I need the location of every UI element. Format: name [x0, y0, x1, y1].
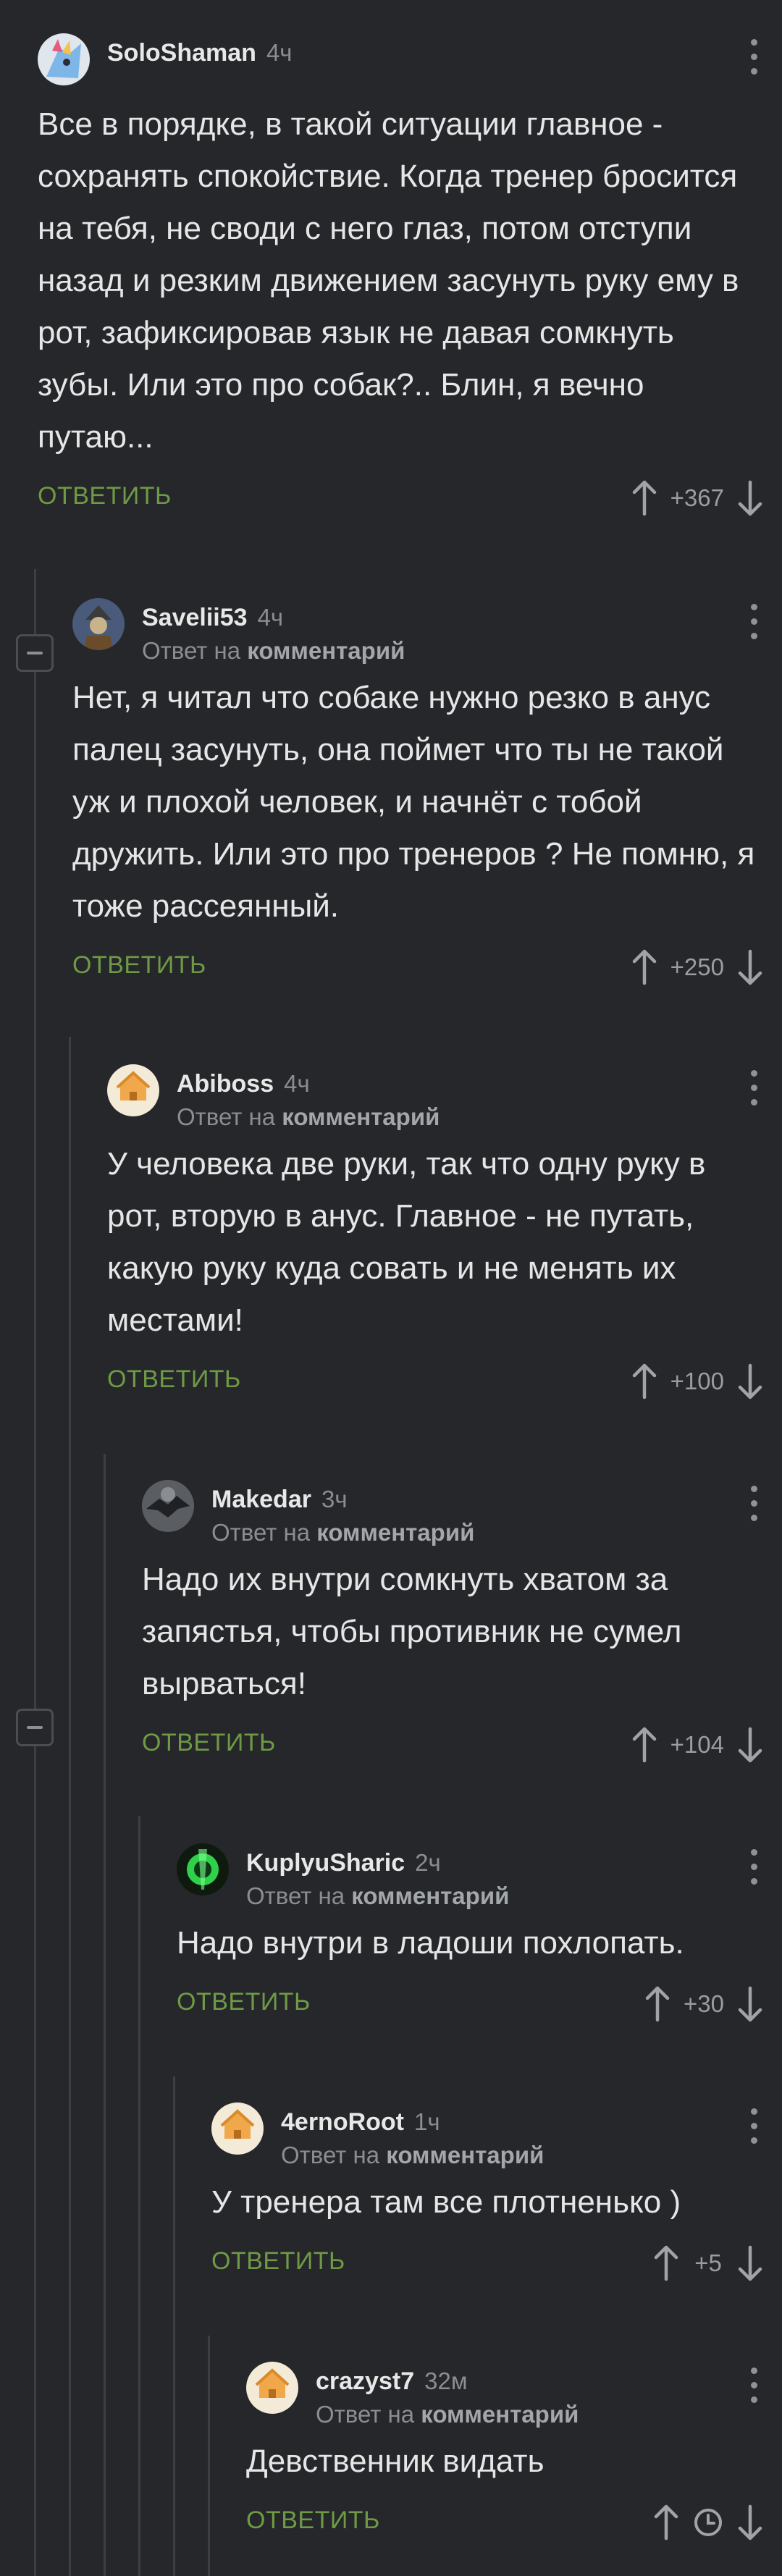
username[interactable]: crazyst7 32м: [316, 2367, 468, 2396]
upvote-arrow-icon[interactable]: [630, 948, 659, 986]
thread-line: [138, 1816, 140, 2576]
comment: 4ernoRoot 1ч Ответ на комментарий У трене…: [211, 2098, 782, 2285]
timestamp: 4ч: [284, 1070, 310, 1097]
vote-score: +367: [670, 484, 724, 511]
more-options-icon[interactable]: [750, 1849, 757, 1885]
avatar[interactable]: [142, 1480, 194, 1532]
comment-text: У тренера там все плотненько ): [211, 2184, 681, 2220]
comment-text: Все в порядке, в такой ситуации главное …: [38, 106, 739, 455]
avatar[interactable]: [211, 2103, 264, 2155]
avatar[interactable]: [72, 598, 125, 650]
upvote-arrow-icon[interactable]: [630, 1363, 659, 1400]
upvote-arrow-icon[interactable]: [630, 479, 659, 517]
reply-to-link[interactable]: комментарий: [316, 1519, 474, 1546]
username[interactable]: SoloShaman 4ч: [107, 39, 292, 67]
timestamp: 1ч: [414, 2108, 440, 2135]
upvote-arrow-icon[interactable]: [652, 2244, 681, 2282]
vote-score: +100: [670, 1368, 724, 1394]
reply-to-link[interactable]: комментарий: [247, 637, 405, 664]
avatar[interactable]: [38, 33, 90, 85]
collapse-thread-button[interactable]: [16, 1709, 54, 1746]
downvote-arrow-icon[interactable]: [736, 2504, 765, 2541]
reply-button[interactable]: ОТВЕТИТЬ: [177, 1988, 311, 2016]
comment-text: Девственник видать: [246, 2444, 545, 2479]
collapse-thread-button[interactable]: [16, 634, 54, 672]
timestamp: 32м: [424, 2367, 468, 2394]
thread-line: [104, 1454, 106, 2576]
reply-to-label: Ответ на комментарий: [281, 2142, 545, 2168]
comment-text: Надо их внутри сомкнуть хватом за запяст…: [142, 1562, 682, 1701]
thread-line: [34, 569, 36, 2576]
avatar[interactable]: [107, 1064, 159, 1116]
username[interactable]: KuplyuSharic 2ч: [246, 1849, 441, 1877]
reply-to-link[interactable]: комментарий: [351, 1882, 509, 1909]
downvote-arrow-icon[interactable]: [736, 1363, 765, 1400]
comment: KuplyuSharic 2ч Ответ на комментарий Надо…: [177, 1839, 782, 2026]
more-options-icon[interactable]: [750, 39, 757, 75]
upvote-arrow-icon[interactable]: [643, 1985, 672, 2023]
comment: Savelii53 4ч Ответ на комментарий Нет, я …: [72, 594, 782, 989]
vote-score: +104: [670, 1731, 724, 1758]
comment: Makedar 3ч Ответ на комментарий Надо их в…: [142, 1476, 782, 1767]
downvote-arrow-icon[interactable]: [736, 1985, 765, 2023]
vote-score: +30: [684, 1990, 724, 2017]
reply-to-label: Ответ на комментарий: [211, 1519, 475, 1546]
clock-icon: [694, 2509, 722, 2536]
timestamp: 4ч: [266, 39, 293, 66]
timestamp: 4ч: [257, 604, 284, 631]
username[interactable]: Abiboss 4ч: [177, 1070, 310, 1098]
downvote-arrow-icon[interactable]: [736, 1726, 765, 1764]
reply-to-label: Ответ на комментарий: [142, 637, 405, 664]
vote-score: +5: [694, 2249, 722, 2276]
reply-button[interactable]: ОТВЕТИТЬ: [246, 2506, 380, 2535]
username[interactable]: Makedar 3ч: [211, 1486, 348, 1514]
downvote-arrow-icon[interactable]: [736, 2244, 765, 2282]
upvote-arrow-icon[interactable]: [652, 2504, 681, 2541]
thread-line: [208, 2336, 210, 2576]
comment-text: Нет, я читал что собаке нужно резко в ан…: [72, 680, 755, 924]
thread-line: [173, 2076, 175, 2576]
reply-to-label: Ответ на комментарий: [246, 1882, 510, 1909]
avatar[interactable]: [246, 2362, 298, 2414]
username[interactable]: Savelii53 4ч: [142, 604, 283, 632]
reply-button[interactable]: ОТВЕТИТЬ: [142, 1729, 276, 1757]
downvote-arrow-icon[interactable]: [736, 479, 765, 517]
more-options-icon[interactable]: [750, 2108, 757, 2144]
reply-to-link[interactable]: комментарий: [386, 2142, 544, 2168]
reply-to-link[interactable]: комментарий: [282, 1103, 440, 1130]
reply-to-label: Ответ на комментарий: [177, 1103, 440, 1130]
upvote-arrow-icon[interactable]: [630, 1726, 659, 1764]
comment: Abiboss 4ч Ответ на комментарий У человек…: [107, 1060, 782, 1403]
more-options-icon[interactable]: [750, 604, 757, 640]
more-options-icon[interactable]: [750, 2367, 757, 2404]
avatar[interactable]: [177, 1843, 229, 1895]
comment-text: Надо внутри в ладоши похлопать.: [177, 1925, 684, 1961]
more-options-icon[interactable]: [750, 1070, 757, 1106]
comment: SoloShaman 4ч Все в порядке, в такой ситу…: [38, 29, 782, 520]
reply-button[interactable]: ОТВЕТИТЬ: [211, 2247, 345, 2276]
comment-text: У человека две руки, так что одну руку в…: [107, 1146, 706, 1338]
username[interactable]: 4ernoRoot 1ч: [281, 2108, 440, 2137]
downvote-arrow-icon[interactable]: [736, 948, 765, 986]
timestamp: 2ч: [415, 1849, 441, 1876]
reply-button[interactable]: ОТВЕТИТЬ: [107, 1365, 241, 1394]
more-options-icon[interactable]: [750, 1486, 757, 1522]
reply-button[interactable]: ОТВЕТИТЬ: [72, 951, 206, 980]
comment: crazyst7 32м Ответ на комментарий Девстве…: [246, 2357, 782, 2544]
reply-button[interactable]: ОТВЕТИТЬ: [38, 482, 172, 510]
reply-to-link[interactable]: комментарий: [421, 2401, 579, 2428]
vote-score: +250: [670, 954, 724, 980]
timestamp: 3ч: [321, 1486, 348, 1512]
reply-to-label: Ответ на комментарий: [316, 2401, 579, 2428]
thread-line: [69, 1037, 71, 2576]
